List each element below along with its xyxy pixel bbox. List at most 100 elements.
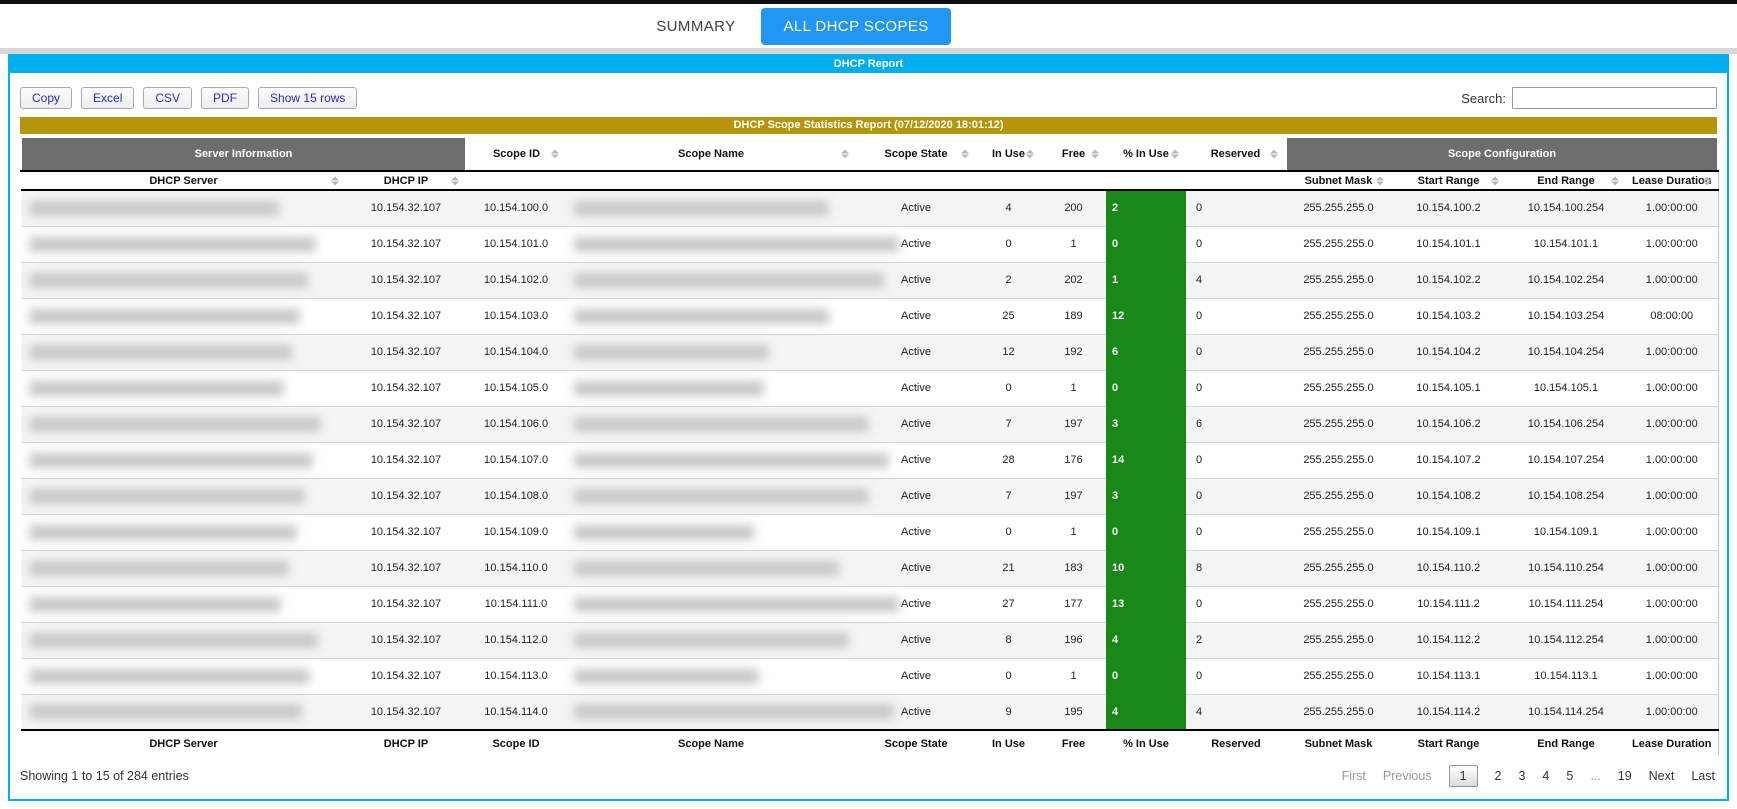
column-header-subnet-mask[interactable]: Subnet Mask <box>1286 171 1391 190</box>
scope-id-cell: 10.154.109.0 <box>466 514 566 550</box>
scope-name-redacted <box>574 489 869 504</box>
column-header-scope-id[interactable]: Scope ID <box>466 137 566 171</box>
dhcp-server-redacted <box>29 345 292 360</box>
table-row: 10.154.32.107 10.154.107.0 Active 28 176… <box>21 442 1718 478</box>
sort-icon[interactable] <box>1270 149 1278 158</box>
scope-name-redacted <box>574 525 754 540</box>
pct-in-use-cell: 4 <box>1106 694 1186 730</box>
sort-icon[interactable] <box>841 149 849 158</box>
scope-id-cell: 10.154.114.0 <box>466 694 566 730</box>
sort-icon[interactable] <box>551 149 559 158</box>
sort-icon[interactable] <box>1376 176 1384 185</box>
start-range-cell: 10.154.104.2 <box>1391 334 1506 370</box>
pagination-page-19[interactable]: 19 <box>1618 769 1632 783</box>
pdf-button[interactable]: PDF <box>201 87 249 109</box>
sort-icon[interactable] <box>961 149 969 158</box>
dhcp-ip-cell: 10.154.32.107 <box>346 550 466 586</box>
lease-duration-cell: 1.00:00:00 <box>1626 370 1718 406</box>
column-header-start-range[interactable]: Start Range <box>1391 171 1506 190</box>
end-range-cell: 10.154.108.254 <box>1506 478 1626 514</box>
column-header-dhcp-ip[interactable]: DHCP IP <box>346 171 466 190</box>
sort-icon[interactable] <box>451 176 459 185</box>
column-header-free[interactable]: Free <box>1041 137 1106 171</box>
copy-button[interactable]: Copy <box>20 87 72 109</box>
column-header-scope-name[interactable]: Scope Name <box>566 137 856 171</box>
dhcp-server-redacted <box>29 273 308 288</box>
column-header-pct-in-use[interactable]: % In Use <box>1106 137 1186 171</box>
in-use-cell: 7 <box>976 406 1041 442</box>
pagination-first[interactable]: First <box>1342 769 1366 783</box>
reserved-cell: 4 <box>1186 694 1286 730</box>
group-header-server-information: Server Information <box>21 137 466 171</box>
reserved-cell: 6 <box>1186 406 1286 442</box>
dhcp-server-redacted <box>29 237 316 252</box>
end-range-cell: 10.154.101.1 <box>1506 226 1626 262</box>
scope-name-redacted <box>574 381 764 396</box>
pagination-page-4[interactable]: 4 <box>1542 769 1549 783</box>
scope-name-redacted <box>574 309 829 324</box>
csv-button[interactable]: CSV <box>143 87 192 109</box>
showing-entries: Showing 1 to 15 of 284 entries <box>20 769 189 783</box>
tab-summary[interactable]: SUMMARY <box>656 18 735 35</box>
table-row: 10.154.32.107 10.154.100.0 Active 4 200 … <box>21 190 1718 226</box>
scope-id-cell: 10.154.101.0 <box>466 226 566 262</box>
sort-icon[interactable] <box>1611 176 1619 185</box>
pct-in-use-cell: 1 <box>1106 262 1186 298</box>
report-title-bar: DHCP Scope Statistics Report (07/12/2020… <box>20 117 1717 134</box>
tab-all-dhcp-scopes[interactable]: ALL DHCP SCOPES <box>761 8 950 45</box>
subnet-mask-cell: 255.255.255.0 <box>1286 370 1391 406</box>
pagination-previous[interactable]: Previous <box>1383 769 1432 783</box>
in-use-cell: 28 <box>976 442 1041 478</box>
dhcp-ip-cell: 10.154.32.107 <box>346 190 466 226</box>
column-header-end-range[interactable]: End Range <box>1506 171 1626 190</box>
scope-id-cell: 10.154.106.0 <box>466 406 566 442</box>
scope-state-cell: Active <box>856 298 976 334</box>
sort-icon[interactable] <box>1091 149 1099 158</box>
column-header-lease-duration[interactable]: Lease Duration <box>1626 171 1718 190</box>
pagination-next[interactable]: Next <box>1649 769 1675 783</box>
search-input[interactable] <box>1512 87 1717 109</box>
pagination-page-2[interactable]: 2 <box>1495 769 1502 783</box>
scope-name-redacted <box>574 453 889 468</box>
subnet-mask-cell: 255.255.255.0 <box>1286 694 1391 730</box>
in-use-cell: 0 <box>976 226 1041 262</box>
scope-id-cell: 10.154.100.0 <box>466 190 566 226</box>
pagination-page-3[interactable]: 3 <box>1518 769 1525 783</box>
column-header-scope-state[interactable]: Scope State <box>856 137 976 171</box>
in-use-cell: 27 <box>976 586 1041 622</box>
pagination-page-5[interactable]: 5 <box>1566 769 1573 783</box>
sort-icon[interactable] <box>331 176 339 185</box>
panel-title: DHCP Report <box>10 56 1727 73</box>
sort-icon[interactable] <box>1171 149 1179 158</box>
scope-state-cell: Active <box>856 406 976 442</box>
dhcp-ip-cell: 10.154.32.107 <box>346 478 466 514</box>
table-row: 10.154.32.107 10.154.102.0 Active 2 202 … <box>21 262 1718 298</box>
show-rows-button[interactable]: Show 15 rows <box>258 87 357 109</box>
scope-id-cell: 10.154.108.0 <box>466 478 566 514</box>
table-row: 10.154.32.107 10.154.109.0 Active 0 1 0 … <box>21 514 1718 550</box>
subnet-mask-cell: 255.255.255.0 <box>1286 658 1391 694</box>
sort-icon[interactable] <box>1703 176 1711 185</box>
in-use-cell: 8 <box>976 622 1041 658</box>
start-range-cell: 10.154.105.1 <box>1391 370 1506 406</box>
lease-duration-cell: 1.00:00:00 <box>1626 514 1718 550</box>
free-cell: 197 <box>1041 406 1106 442</box>
column-header-reserved[interactable]: Reserved <box>1186 137 1286 171</box>
sort-icon[interactable] <box>1491 176 1499 185</box>
pagination-last[interactable]: Last <box>1691 769 1715 783</box>
dhcp-ip-cell: 10.154.32.107 <box>346 658 466 694</box>
scope-id-cell: 10.154.104.0 <box>466 334 566 370</box>
end-range-cell: 10.154.105.1 <box>1506 370 1626 406</box>
reserved-cell: 0 <box>1186 586 1286 622</box>
column-header-in-use[interactable]: In Use <box>976 137 1041 171</box>
start-range-cell: 10.154.112.2 <box>1391 622 1506 658</box>
excel-button[interactable]: Excel <box>81 87 134 109</box>
dhcp-ip-cell: 10.154.32.107 <box>346 226 466 262</box>
lease-duration-cell: 1.00:00:00 <box>1626 190 1718 226</box>
dhcp-server-redacted <box>29 417 321 432</box>
sort-icon[interactable] <box>1026 149 1034 158</box>
dhcp-server-redacted <box>29 597 281 612</box>
pagination-page-1[interactable]: 1 <box>1449 765 1478 787</box>
in-use-cell: 21 <box>976 550 1041 586</box>
column-header-dhcp-server[interactable]: DHCP Server <box>21 171 346 190</box>
